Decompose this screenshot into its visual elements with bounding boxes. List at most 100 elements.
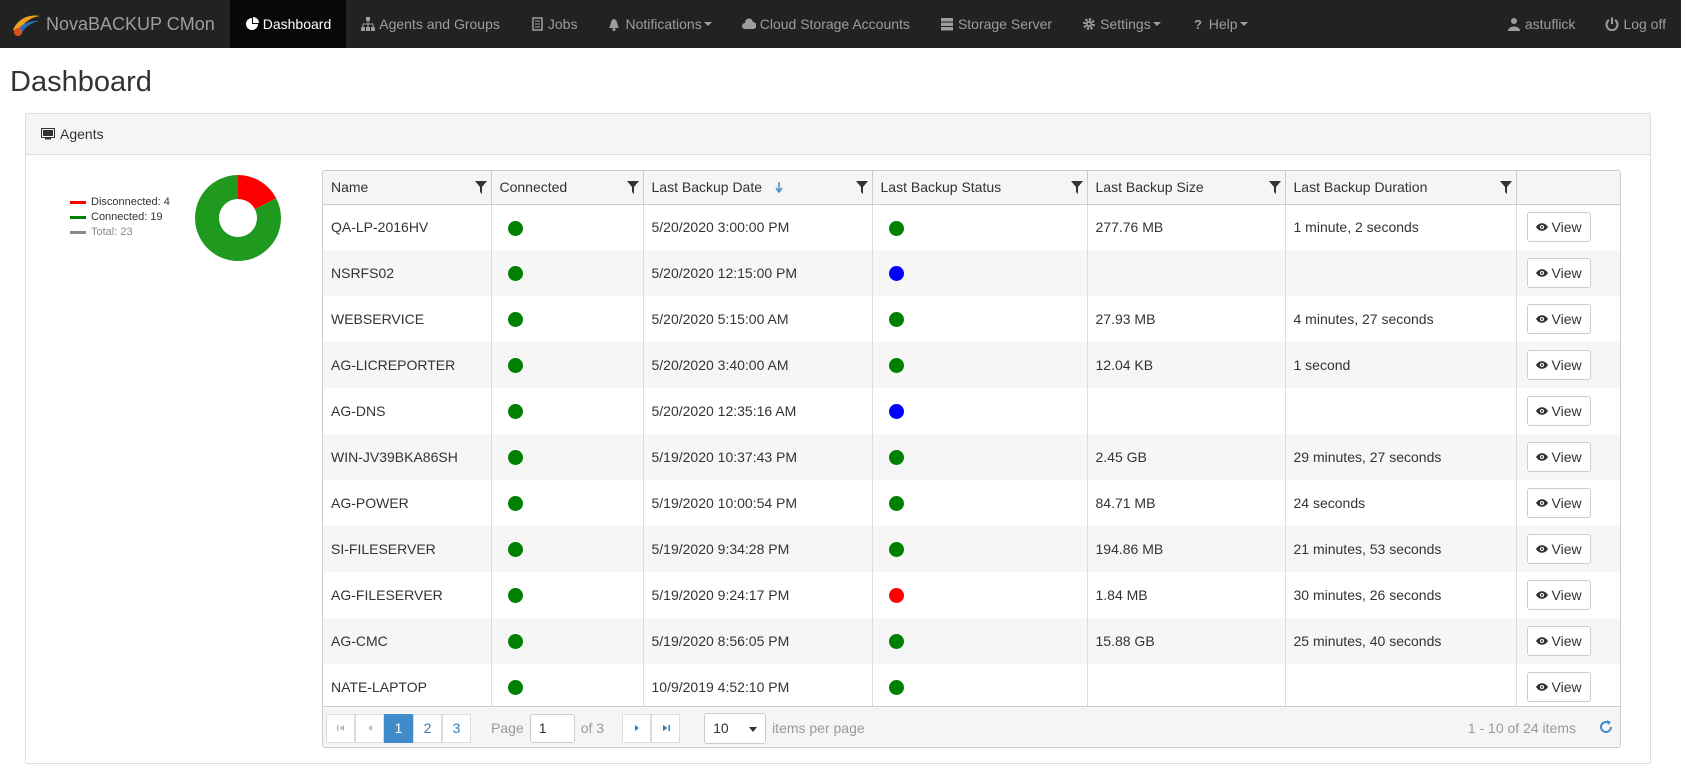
page-of-label: of 3 xyxy=(580,720,605,736)
nav-item-storage-server[interactable]: Storage Server xyxy=(925,0,1067,48)
legend-label: Connected: 19 xyxy=(91,211,163,223)
table-row[interactable]: WIN-JV39BKA86SH 5/19/2020 10:37:43 PM 2.45… xyxy=(323,434,1620,480)
column-header[interactable]: Name xyxy=(323,171,492,205)
page-number-input[interactable] xyxy=(529,713,575,743)
last-page-icon xyxy=(662,725,670,731)
connected-status-dot xyxy=(507,312,523,328)
eye-icon xyxy=(1535,591,1548,599)
legend-swatch xyxy=(70,216,86,219)
brand[interactable]: NovaBACKUP CMon xyxy=(0,0,230,48)
table-row[interactable]: WEBSERVICE 5/20/2020 5:15:00 AM 27.93 MB 4 … xyxy=(323,296,1620,342)
page-button-1[interactable]: 1 xyxy=(384,713,413,743)
cell-last-backup-duration: 1 second xyxy=(1285,342,1517,388)
cell-last-backup-duration: 21 minutes, 53 seconds xyxy=(1285,526,1517,572)
view-button-label: View xyxy=(1551,633,1582,649)
caret-down-icon xyxy=(1152,22,1161,26)
table-row[interactable]: NATE-LAPTOP 10/9/2019 4:52:10 PM View xyxy=(323,664,1620,710)
cell-last-backup-size: 277.76 MB xyxy=(1087,204,1286,250)
cell-last-backup-duration: 25 minutes, 40 seconds xyxy=(1285,618,1517,664)
view-button[interactable]: View xyxy=(1526,442,1591,472)
nav-right: astuflick Log off xyxy=(1492,0,1681,48)
view-button-label: View xyxy=(1551,219,1582,236)
cell-last-backup-status xyxy=(872,618,1088,664)
page-size-select[interactable]: 10 xyxy=(704,712,767,744)
view-button[interactable]: View xyxy=(1526,304,1591,334)
app-title: NovaBACKUP CMon xyxy=(46,13,215,34)
column-header-label: Last Backup Size xyxy=(1095,179,1204,196)
view-button[interactable]: View xyxy=(1526,626,1591,656)
nav-item-settings[interactable]: Settings xyxy=(1067,0,1176,48)
column-header[interactable]: Last Backup Duration xyxy=(1285,171,1517,205)
cell-last-backup-duration xyxy=(1285,250,1517,296)
filter-icon[interactable] xyxy=(1268,181,1281,194)
page-button-2[interactable]: 2 xyxy=(413,713,442,743)
page-button-3[interactable]: 3 xyxy=(442,713,471,743)
cell-connected xyxy=(491,572,644,618)
view-button-label: View xyxy=(1551,495,1582,511)
view-button[interactable]: View xyxy=(1526,534,1591,564)
view-button[interactable]: View xyxy=(1526,580,1591,610)
donut-legend: Disconnected: 4 Connected: 19 Total: 23 xyxy=(70,195,170,240)
column-header-label: Last Backup Duration xyxy=(1293,179,1428,196)
pager: 123 Page of 3 10 items per page 1 - 10 o… xyxy=(323,706,1620,747)
eye-icon xyxy=(1535,545,1548,553)
cell-last-backup-size: 27.93 MB xyxy=(1087,296,1286,342)
nav-item-jobs[interactable]: Jobs xyxy=(515,0,593,48)
filter-icon[interactable] xyxy=(626,181,639,194)
cell-last-backup-duration: 24 seconds xyxy=(1285,480,1517,526)
table-row[interactable]: AG-DNS 5/20/2020 12:35:16 AM View xyxy=(323,388,1620,434)
nav-item-notifications[interactable]: Notifications xyxy=(592,0,726,48)
view-button[interactable]: View xyxy=(1526,396,1591,426)
eye-icon xyxy=(1535,637,1548,645)
cell-actions: View xyxy=(1516,526,1620,572)
table-row[interactable]: AG-CMC 5/19/2020 8:56:05 PM 15.88 GB 25 min… xyxy=(323,618,1620,664)
view-button[interactable]: View xyxy=(1526,350,1591,380)
view-button[interactable]: View xyxy=(1526,672,1591,702)
legend-swatch xyxy=(70,201,86,204)
view-button[interactable]: View xyxy=(1526,488,1591,518)
column-header[interactable]: Last Backup Date xyxy=(643,171,873,205)
cell-last-backup-date: 5/20/2020 3:40:00 AM xyxy=(643,342,873,388)
view-button[interactable]: View xyxy=(1526,258,1591,288)
column-header[interactable] xyxy=(1516,171,1620,205)
user-menu[interactable]: astuflick xyxy=(1492,0,1591,48)
legend-entry: Connected: 19 xyxy=(70,210,170,225)
filter-icon[interactable] xyxy=(474,181,487,194)
column-header-label: Last Backup Status xyxy=(880,179,1002,196)
agents-donut-chart xyxy=(194,175,281,261)
last-page-button[interactable] xyxy=(651,713,681,743)
table-row[interactable]: QA-LP-2016HV 5/20/2020 3:00:00 PM 277.76 M… xyxy=(323,204,1620,250)
filter-icon[interactable] xyxy=(1070,181,1083,194)
nav-item-agents-and-groups[interactable]: Agents and Groups xyxy=(346,0,515,48)
view-button[interactable]: View xyxy=(1526,212,1591,243)
logoff-label: Log off xyxy=(1623,16,1666,32)
filter-icon[interactable] xyxy=(855,181,868,194)
eye-icon xyxy=(1535,315,1548,323)
cell-name: AG-FILESERVER xyxy=(323,572,492,618)
table-row[interactable]: AG-POWER 5/19/2020 10:00:54 PM 84.71 MB 24 … xyxy=(323,480,1620,526)
nav-item-help[interactable]: ? Help xyxy=(1176,0,1263,48)
logoff-link[interactable]: Log off xyxy=(1590,0,1681,48)
table-row[interactable]: AG-LICREPORTER 5/20/2020 3:40:00 AM 12.04 … xyxy=(323,342,1620,388)
cell-last-backup-date: 5/19/2020 9:34:28 PM xyxy=(643,526,873,572)
svg-text:?: ? xyxy=(1194,17,1202,31)
column-header[interactable]: Last Backup Size xyxy=(1087,171,1286,205)
cell-last-backup-duration xyxy=(1285,664,1517,710)
connected-status-dot xyxy=(507,634,523,650)
next-page-button[interactable] xyxy=(622,713,652,743)
cell-connected xyxy=(491,526,644,572)
eye-icon xyxy=(1535,499,1548,507)
prev-page-button[interactable] xyxy=(355,713,384,743)
table-row[interactable]: NSRFS02 5/20/2020 12:15:00 PM View xyxy=(323,250,1620,296)
table-row[interactable]: SI-FILESERVER 5/19/2020 9:34:28 PM 194.86 … xyxy=(323,526,1620,572)
first-page-button[interactable] xyxy=(326,713,355,743)
cell-name: WEBSERVICE xyxy=(323,296,492,342)
table-row[interactable]: AG-FILESERVER 5/19/2020 9:24:17 PM 1.84 MB… xyxy=(323,572,1620,618)
filter-icon[interactable] xyxy=(1499,181,1512,194)
column-header[interactable]: Connected xyxy=(491,171,644,205)
column-header[interactable]: Last Backup Status xyxy=(872,171,1088,205)
nav-item-dashboard[interactable]: Dashboard xyxy=(229,0,347,48)
nav-item-cloud-storage-accounts[interactable]: Cloud Storage Accounts xyxy=(727,0,925,48)
navbar: NovaBACKUP CMon Dashboard Agents and Grou… xyxy=(0,0,1681,48)
refresh-icon[interactable] xyxy=(1598,719,1614,735)
